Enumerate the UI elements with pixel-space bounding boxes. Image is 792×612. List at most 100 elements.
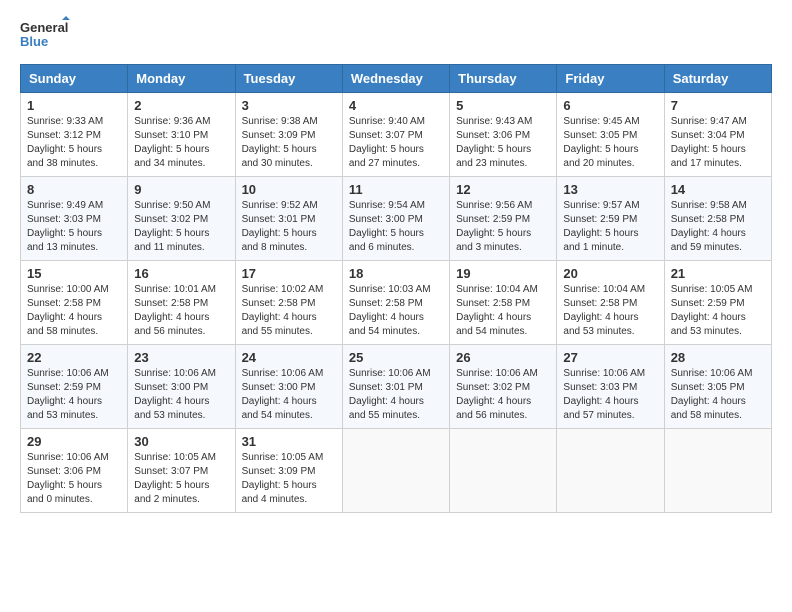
calendar-day-1: 1 Sunrise: 9:33 AM Sunset: 3:12 PM Daylig… [21,93,128,177]
day-number: 6 [563,98,657,113]
day-number: 13 [563,182,657,197]
calendar-day-2: 2 Sunrise: 9:36 AM Sunset: 3:10 PM Daylig… [128,93,235,177]
calendar-day-13: 13 Sunrise: 9:57 AM Sunset: 2:59 PM Dayli… [557,177,664,261]
calendar-day-9: 9Sunrise: 9:50 AM Sunset: 3:02 PM Daylig… [128,177,235,261]
calendar-week-4: 22 Sunrise: 10:06 AM Sunset: 2:59 PM Dayl… [21,345,772,429]
calendar-day-27: 27 Sunrise: 10:06 AM Sunset: 3:03 PM Dayl… [557,345,664,429]
day-number: 23 [134,350,228,365]
calendar-day-7: 7Sunrise: 9:47 AM Sunset: 3:04 PM Daylig… [664,93,771,177]
calendar-day-8: 8Sunrise: 9:49 AM Sunset: 3:03 PM Daylig… [21,177,128,261]
day-number: 3 [242,98,336,113]
calendar-day-12: 12 Sunrise: 9:56 AM Sunset: 2:59 PM Dayli… [450,177,557,261]
day-number: 25 [349,350,443,365]
calendar-day-10: 10 Sunrise: 9:52 AM Sunset: 3:01 PM Dayli… [235,177,342,261]
calendar-day-3: 3 Sunrise: 9:38 AM Sunset: 3:09 PM Daylig… [235,93,342,177]
day-number: 15 [27,266,121,281]
day-number: 14 [671,182,765,197]
day-info: Sunrise: 9:57 AM Sunset: 2:59 PM Dayligh… [563,199,657,255]
calendar-day-6: 6 Sunrise: 9:45 AM Sunset: 3:05 PM Daylig… [557,93,664,177]
day-info: Sunrise: 10:06 AM Sunset: 2:59 PM Daylig… [27,367,121,423]
day-number: 7 [671,98,765,113]
day-info: Sunrise: 10:04 AM Sunset: 2:58 PM Daylig… [456,283,550,339]
calendar-day-14: 14 Sunrise: 9:58 AM Sunset: 2:58 PM Dayli… [664,177,771,261]
day-number: 9 [134,182,228,197]
day-info: Sunrise: 10:02 AM Sunset: 2:58 PM Daylig… [242,283,336,339]
day-number: 30 [134,434,228,449]
day-header-thursday: Thursday [450,65,557,93]
empty-cell [664,429,771,513]
day-number: 10 [242,182,336,197]
logo: General Blue [20,16,70,56]
day-number: 19 [456,266,550,281]
day-header-tuesday: Tuesday [235,65,342,93]
day-info: Sunrise: 10:05 AM Sunset: 3:09 PM Daylig… [242,451,336,507]
day-info: Sunrise: 9:36 AM Sunset: 3:10 PM Dayligh… [134,115,228,171]
day-number: 16 [134,266,228,281]
day-info: Sunrise: 9:56 AM Sunset: 2:59 PM Dayligh… [456,199,550,255]
calendar-week-2: 8Sunrise: 9:49 AM Sunset: 3:03 PM Daylig… [21,177,772,261]
day-number: 5 [456,98,550,113]
day-info: Sunrise: 9:54 AM Sunset: 3:00 PM Dayligh… [349,199,443,255]
calendar-header-row: SundayMondayTuesdayWednesdayThursdayFrid… [21,65,772,93]
calendar-week-1: 1 Sunrise: 9:33 AM Sunset: 3:12 PM Daylig… [21,93,772,177]
calendar-day-15: 15 Sunrise: 10:00 AM Sunset: 2:58 PM Dayl… [21,261,128,345]
logo-svg: General Blue [20,16,70,56]
day-info: Sunrise: 9:38 AM Sunset: 3:09 PM Dayligh… [242,115,336,171]
calendar-day-17: 17 Sunrise: 10:02 AM Sunset: 2:58 PM Dayl… [235,261,342,345]
day-number: 11 [349,182,443,197]
day-info: Sunrise: 10:06 AM Sunset: 3:05 PM Daylig… [671,367,765,423]
day-info: Sunrise: 10:06 AM Sunset: 3:03 PM Daylig… [563,367,657,423]
empty-cell [342,429,449,513]
day-info: Sunrise: 9:52 AM Sunset: 3:01 PM Dayligh… [242,199,336,255]
calendar-day-5: 5 Sunrise: 9:43 AM Sunset: 3:06 PM Daylig… [450,93,557,177]
day-number: 1 [27,98,121,113]
day-info: Sunrise: 10:04 AM Sunset: 2:58 PM Daylig… [563,283,657,339]
day-header-monday: Monday [128,65,235,93]
day-number: 8 [27,182,121,197]
day-info: Sunrise: 10:06 AM Sunset: 3:01 PM Daylig… [349,367,443,423]
calendar-day-26: 26 Sunrise: 10:06 AM Sunset: 3:02 PM Dayl… [450,345,557,429]
calendar-day-11: 11 Sunrise: 9:54 AM Sunset: 3:00 PM Dayli… [342,177,449,261]
calendar-day-18: 18 Sunrise: 10:03 AM Sunset: 2:58 PM Dayl… [342,261,449,345]
calendar-day-19: 19 Sunrise: 10:04 AM Sunset: 2:58 PM Dayl… [450,261,557,345]
calendar-day-24: 24Sunrise: 10:06 AM Sunset: 3:00 PM Dayl… [235,345,342,429]
day-info: Sunrise: 10:00 AM Sunset: 2:58 PM Daylig… [27,283,121,339]
calendar-week-3: 15 Sunrise: 10:00 AM Sunset: 2:58 PM Dayl… [21,261,772,345]
day-info: Sunrise: 10:06 AM Sunset: 3:02 PM Daylig… [456,367,550,423]
day-info: Sunrise: 9:58 AM Sunset: 2:58 PM Dayligh… [671,199,765,255]
svg-text:General: General [20,20,68,35]
calendar-day-28: 28 Sunrise: 10:06 AM Sunset: 3:05 PM Dayl… [664,345,771,429]
svg-text:Blue: Blue [20,34,48,49]
day-info: Sunrise: 10:01 AM Sunset: 2:58 PM Daylig… [134,283,228,339]
day-number: 17 [242,266,336,281]
day-number: 2 [134,98,228,113]
day-number: 26 [456,350,550,365]
day-info: Sunrise: 9:45 AM Sunset: 3:05 PM Dayligh… [563,115,657,171]
day-info: Sunrise: 9:43 AM Sunset: 3:06 PM Dayligh… [456,115,550,171]
day-number: 4 [349,98,443,113]
day-number: 28 [671,350,765,365]
day-number: 27 [563,350,657,365]
day-info: Sunrise: 10:05 AM Sunset: 2:59 PM Daylig… [671,283,765,339]
calendar-day-31: 31Sunrise: 10:05 AM Sunset: 3:09 PM Dayl… [235,429,342,513]
day-number: 18 [349,266,443,281]
calendar-day-23: 23Sunrise: 10:06 AM Sunset: 3:00 PM Dayl… [128,345,235,429]
day-number: 21 [671,266,765,281]
calendar-day-22: 22 Sunrise: 10:06 AM Sunset: 2:59 PM Dayl… [21,345,128,429]
day-number: 12 [456,182,550,197]
day-number: 20 [563,266,657,281]
day-header-sunday: Sunday [21,65,128,93]
calendar-day-20: 20 Sunrise: 10:04 AM Sunset: 2:58 PM Dayl… [557,261,664,345]
day-info: Sunrise: 9:33 AM Sunset: 3:12 PM Dayligh… [27,115,121,171]
day-number: 24 [242,350,336,365]
calendar-day-16: 16 Sunrise: 10:01 AM Sunset: 2:58 PM Dayl… [128,261,235,345]
calendar-day-29: 29Sunrise: 10:06 AM Sunset: 3:06 PM Dayl… [21,429,128,513]
header: General Blue [20,16,772,56]
day-info: Sunrise: 9:40 AM Sunset: 3:07 PM Dayligh… [349,115,443,171]
day-info: Sunrise: 10:06 AM Sunset: 3:06 PM Daylig… [27,451,121,507]
day-info: Sunrise: 10:03 AM Sunset: 2:58 PM Daylig… [349,283,443,339]
calendar-day-25: 25 Sunrise: 10:06 AM Sunset: 3:01 PM Dayl… [342,345,449,429]
calendar: SundayMondayTuesdayWednesdayThursdayFrid… [20,64,772,513]
day-number: 22 [27,350,121,365]
day-header-wednesday: Wednesday [342,65,449,93]
